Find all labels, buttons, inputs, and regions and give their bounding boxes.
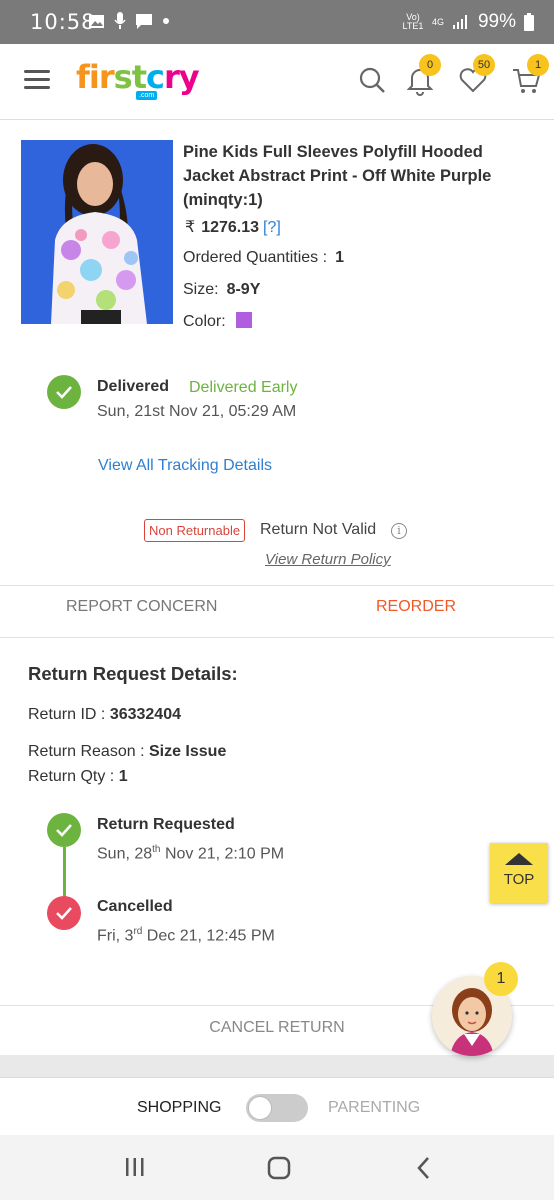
network-type: 4G xyxy=(431,16,444,27)
gallery-icon xyxy=(89,14,104,28)
cancelled-check-icon xyxy=(47,896,81,930)
return-id-value: 36332404 xyxy=(109,706,181,723)
price-amount: 1276.13 xyxy=(201,219,260,236)
price-help-link[interactable]: [?] xyxy=(263,219,281,236)
requested-check-icon xyxy=(47,813,81,847)
notification-badge: 0 xyxy=(419,54,441,76)
menu-icon[interactable] xyxy=(24,70,50,90)
recent-apps-icon[interactable] xyxy=(123,1155,147,1179)
toggle-knob xyxy=(248,1096,272,1120)
product-price: ₹1276.13 [?] xyxy=(185,217,281,237)
return-id-label: Return ID : xyxy=(28,706,106,723)
size-label: Size: xyxy=(183,281,219,298)
search-icon[interactable] xyxy=(358,66,386,94)
mode-switch-bar: SHOPPING PARENTING xyxy=(0,1077,554,1135)
delivered-check-icon xyxy=(47,375,81,409)
return-reason-label: Return Reason : xyxy=(28,743,145,760)
timeline-date: Fri, 3rd Dec 21, 12:45 PM xyxy=(97,926,275,945)
top-label: TOP xyxy=(503,871,535,888)
section-separator xyxy=(0,1055,554,1077)
app-header: firstcry .com 0 50 1 xyxy=(0,44,554,120)
return-qty-value: 1 xyxy=(118,768,128,785)
size-value: 8-9Y xyxy=(226,281,261,298)
color-label: Color: xyxy=(183,313,226,330)
delivery-date: Sun, 21st Nov 21, 05:29 AM xyxy=(97,403,297,420)
reorder-button[interactable]: REORDER xyxy=(376,598,456,616)
status-right: Vo) LTE1 4G 99% xyxy=(402,11,534,33)
back-icon[interactable] xyxy=(412,1155,436,1181)
divider xyxy=(0,637,554,638)
qty-value: 1 xyxy=(335,249,344,266)
product-color: Color: xyxy=(183,312,252,331)
divider xyxy=(0,585,554,586)
status-time: 10:58 xyxy=(30,10,96,34)
currency-symbol: ₹ xyxy=(185,219,196,236)
return-reason: Return Reason : Size Issue xyxy=(28,743,226,761)
tracking-details-link[interactable]: View All Tracking Details xyxy=(98,457,272,475)
up-arrow-icon xyxy=(505,853,533,865)
product-photo xyxy=(21,140,173,324)
delivery-status: Delivered xyxy=(97,378,170,395)
logo-suffix: .com xyxy=(136,91,158,100)
product-title[interactable]: Pine Kids Full Sleeves Polyfill Hooded J… xyxy=(183,140,533,212)
delivery-tag: Delivered Early xyxy=(189,379,298,396)
return-status-text: Return Not Valid xyxy=(260,521,377,538)
battery-icon xyxy=(524,13,534,31)
info-icon[interactable]: i xyxy=(391,523,407,539)
status-notifications xyxy=(88,12,170,30)
return-qty: Return Qty : 1 xyxy=(28,768,128,786)
qty-label: Ordered Quantities : xyxy=(183,249,328,266)
signal-icon xyxy=(452,15,467,29)
cart-badge: 1 xyxy=(527,54,549,76)
assistant-badge: 1 xyxy=(484,962,518,996)
shopping-label[interactable]: SHOPPING xyxy=(137,1099,221,1117)
return-id: Return ID : 36332404 xyxy=(28,706,181,724)
network-label: Vo) LTE1 xyxy=(402,12,424,31)
message-icon xyxy=(136,13,152,29)
timeline-connector xyxy=(63,847,66,897)
timeline-status: Return Requested xyxy=(97,816,235,833)
product-image[interactable] xyxy=(21,140,173,324)
ordered-quantity: Ordered Quantities : 1 xyxy=(183,249,344,267)
dot-icon xyxy=(163,18,169,24)
return-policy-link[interactable]: View Return Policy xyxy=(265,551,391,568)
product-size: Size: 8-9Y xyxy=(183,281,260,299)
battery-level: 99% xyxy=(477,11,516,32)
wishlist-badge: 50 xyxy=(473,54,495,76)
system-nav-bar xyxy=(0,1135,554,1200)
return-reason-value: Size Issue xyxy=(148,743,227,760)
timeline-date: Sun, 28th Nov 21, 2:10 PM xyxy=(97,844,285,863)
microphone-icon xyxy=(114,12,126,29)
report-concern-button[interactable]: REPORT CONCERN xyxy=(66,598,217,616)
home-icon[interactable] xyxy=(266,1155,292,1181)
scroll-top-button[interactable]: TOP xyxy=(490,843,548,903)
return-qty-label: Return Qty : xyxy=(28,768,115,785)
mode-toggle[interactable] xyxy=(246,1094,308,1122)
color-swatch xyxy=(235,312,252,328)
non-returnable-badge: Non Returnable xyxy=(144,519,246,542)
return-request-title: Return Request Details: xyxy=(28,663,238,684)
timeline-status: Cancelled xyxy=(97,898,173,915)
parenting-label[interactable]: PARENTING xyxy=(328,1099,420,1117)
status-bar: 10:58 Vo) LTE1 4G 99% xyxy=(0,0,554,44)
